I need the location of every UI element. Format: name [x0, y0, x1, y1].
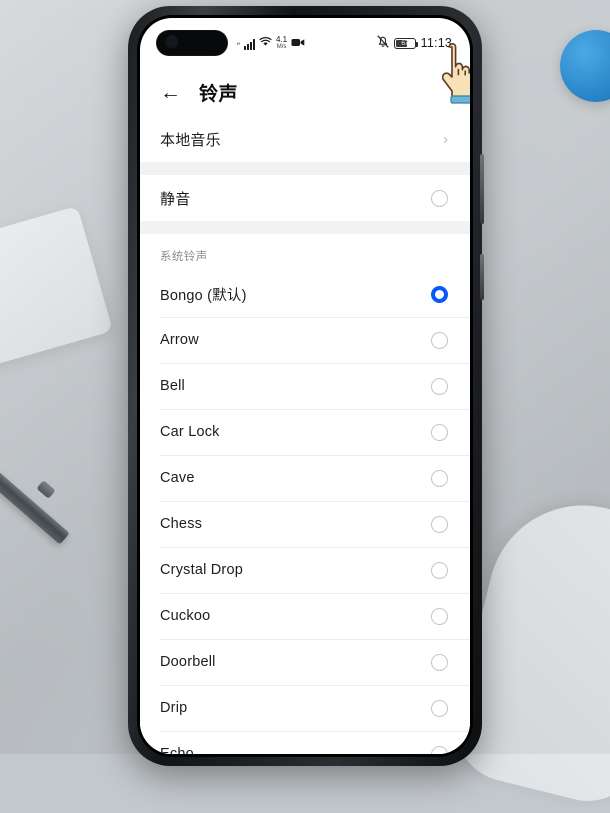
background-stylus-pen [0, 462, 70, 545]
app-header: ← 铃声 [140, 68, 470, 116]
battery-icon: 67 [393, 37, 418, 49]
phone-bezel: “ 4.1 M/s 67 11:13 ← 铃声 本地音乐 › 静音 系统铃声 B… [137, 15, 473, 757]
wifi-icon [259, 36, 272, 50]
signal-prefix-label: “ [237, 41, 240, 51]
list-item-label: Car Lock [160, 424, 220, 440]
list-item-label: 本地音乐 [160, 131, 221, 149]
signal-bars-icon [244, 39, 255, 50]
radio-button[interactable] [431, 377, 448, 395]
list-item-accessory [431, 653, 448, 671]
radio-button[interactable] [431, 469, 448, 487]
status-bar-clock: 11:13 [420, 36, 452, 50]
radio-button-selected[interactable] [431, 285, 448, 303]
radio-button[interactable] [431, 607, 448, 625]
background-blue-object [560, 30, 610, 102]
status-bar-left: “ 4.1 M/s [237, 35, 305, 51]
front-camera-cutout [156, 30, 228, 56]
list-item-bongo[interactable]: Bongo (默认) [140, 271, 470, 317]
list-item-accessory: › [443, 132, 448, 147]
list-item-label: Drip [160, 700, 188, 716]
background-stylus-pen-tip [36, 480, 56, 499]
network-speed-value: 4.1 [276, 35, 288, 44]
network-speed-unit: M/s [276, 44, 287, 50]
ringtone-list[interactable]: 本地音乐 › 静音 系统铃声 Bongo (默认) Arrow Bell Car… [140, 116, 470, 754]
back-arrow-icon[interactable]: ← [160, 82, 181, 103]
group-separator [140, 221, 470, 234]
system-ringtones-group: Bongo (默认) Arrow Bell Car Lock Cave Ches… [140, 271, 470, 754]
chevron-right-icon: › [443, 130, 448, 148]
list-item-crystal-drop[interactable]: Crystal Drop [140, 547, 470, 593]
status-bar-right: 67 11:13 [377, 35, 452, 51]
radio-button[interactable] [431, 653, 448, 671]
list-item-car-lock[interactable]: Car Lock [140, 409, 470, 455]
list-item-silent[interactable]: 静音 [140, 175, 470, 221]
list-item-label: Cuckoo [160, 608, 211, 624]
list-item-doorbell[interactable]: Doorbell [140, 639, 470, 685]
battery-level-label: 67 [401, 39, 408, 47]
list-item-accessory [431, 515, 448, 533]
volume-button[interactable] [480, 154, 484, 224]
silent-group: 静音 [140, 175, 470, 221]
radio-button[interactable] [431, 561, 448, 579]
list-item-label: Chess [160, 516, 203, 532]
phone-device: “ 4.1 M/s 67 11:13 ← 铃声 本地音乐 › 静音 系统铃声 B… [128, 6, 484, 766]
list-item-accessory [431, 189, 448, 207]
bell-off-icon [377, 35, 389, 51]
list-item-label: 静音 [160, 190, 191, 208]
background-notebook [0, 205, 114, 373]
list-item-cuckoo[interactable]: Cuckoo [140, 593, 470, 639]
list-item-accessory [431, 331, 448, 349]
list-item-echo[interactable]: Echo [140, 731, 470, 754]
list-item-label: Arrow [160, 332, 199, 348]
video-recording-icon [291, 38, 305, 50]
list-item-accessory [431, 469, 448, 487]
network-speed-indicator: 4.1 M/s [276, 35, 288, 51]
power-button[interactable] [480, 254, 484, 300]
page-title: 铃声 [199, 83, 239, 105]
list-item-label: Crystal Drop [160, 562, 243, 578]
radio-button[interactable] [431, 515, 448, 533]
list-item-accessory [431, 285, 448, 303]
radio-button[interactable] [431, 189, 448, 207]
list-item-cave[interactable]: Cave [140, 455, 470, 501]
list-item-bell[interactable]: Bell [140, 363, 470, 409]
list-item-drip[interactable]: Drip [140, 685, 470, 731]
list-item-accessory [431, 699, 448, 717]
radio-button[interactable] [431, 745, 448, 754]
status-bar: “ 4.1 M/s 67 11:13 [140, 18, 470, 68]
group-separator [140, 162, 470, 175]
section-header-system-ringtones: 系统铃声 [140, 234, 470, 271]
list-item-label: Bell [160, 378, 185, 394]
list-item-label: Echo [160, 746, 194, 754]
list-item-local-music[interactable]: 本地音乐 › [140, 116, 470, 162]
list-item-accessory [431, 423, 448, 441]
list-item-chess[interactable]: Chess [140, 501, 470, 547]
list-item-accessory [431, 745, 448, 754]
local-music-group: 本地音乐 › [140, 116, 470, 162]
radio-button[interactable] [431, 331, 448, 349]
list-item-accessory [431, 607, 448, 625]
radio-button[interactable] [431, 699, 448, 717]
radio-button[interactable] [431, 423, 448, 441]
list-item-arrow[interactable]: Arrow [140, 317, 470, 363]
list-item-label: Doorbell [160, 654, 216, 670]
list-item-accessory [431, 377, 448, 395]
list-item-label: Bongo (默认) [160, 287, 247, 304]
list-item-label: Cave [160, 470, 195, 486]
list-item-accessory [431, 561, 448, 579]
phone-screen: “ 4.1 M/s 67 11:13 ← 铃声 本地音乐 › 静音 系统铃声 B… [140, 18, 470, 754]
